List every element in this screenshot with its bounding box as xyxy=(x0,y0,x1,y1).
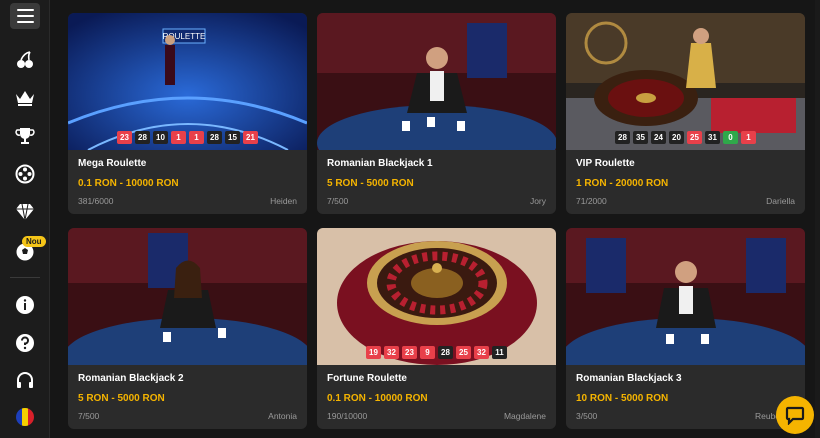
dealer-name: Jory xyxy=(529,196,546,206)
result-number: 35 xyxy=(633,131,648,144)
game-card[interactable]: 28 35 24 20 25 31 0 1 VIP Roulette 1 RON… xyxy=(566,13,805,214)
dealer-name: Heiden xyxy=(270,196,297,206)
recent-results: 23 28 10 1 1 28 15 21 xyxy=(68,131,307,144)
game-thumbnail: 19 32 23 9 28 25 32 11 xyxy=(317,228,556,365)
result-number: 31 xyxy=(705,131,720,144)
menu-icon[interactable] xyxy=(10,3,40,29)
player-count: 71/2000 xyxy=(576,196,607,206)
game-title: Romanian Blackjack 3 xyxy=(576,373,682,384)
dealer-name: Magdalene xyxy=(503,411,546,421)
bet-limits: 0.1 RON - 10000 RON xyxy=(327,393,428,404)
game-title: Fortune Roulette xyxy=(327,373,407,384)
info-icon[interactable] xyxy=(13,293,37,317)
trophy-icon[interactable] xyxy=(13,124,37,148)
game-card[interactable]: ROULETTE 23 28 10 1 1 28 15 21 Mega Roul… xyxy=(68,13,307,214)
game-grid: ROULETTE 23 28 10 1 1 28 15 21 Mega Roul… xyxy=(50,0,820,438)
dealer-name: Antonia xyxy=(268,411,297,421)
film-reel-icon[interactable] xyxy=(13,162,37,186)
game-thumbnail: ROULETTE 23 28 10 1 1 28 15 21 xyxy=(68,13,307,150)
player-count: 190/10000 xyxy=(327,411,368,421)
result-number: 25 xyxy=(687,131,702,144)
result-number: 11 xyxy=(492,346,507,359)
bet-limits: 5 RON - 5000 RON xyxy=(327,178,414,189)
chat-icon xyxy=(785,406,805,425)
result-number: 9 xyxy=(420,346,435,359)
result-number: 23 xyxy=(117,131,132,144)
result-number: 25 xyxy=(456,346,471,359)
game-title: Romanian Blackjack 2 xyxy=(78,373,184,384)
result-number: 28 xyxy=(135,131,150,144)
result-number: 20 xyxy=(669,131,684,144)
result-number: 15 xyxy=(225,131,240,144)
bet-limits: 10 RON - 5000 RON xyxy=(576,393,669,404)
result-number: 32 xyxy=(474,346,489,359)
result-number: 23 xyxy=(402,346,417,359)
result-number: 24 xyxy=(651,131,666,144)
result-number: 28 xyxy=(207,131,222,144)
game-title: Romanian Blackjack 1 xyxy=(327,158,433,169)
player-count: 7/500 xyxy=(327,196,349,206)
new-badge: Nou xyxy=(22,236,46,247)
bet-limits: 0.1 RON - 10000 RON xyxy=(78,178,179,189)
result-number: 28 xyxy=(615,131,630,144)
game-title: Mega Roulette xyxy=(78,158,147,169)
player-count: 7/500 xyxy=(78,411,100,421)
dealer-name: Dariella xyxy=(766,196,795,206)
result-number: 1 xyxy=(189,131,204,144)
scrollbar[interactable] xyxy=(815,0,820,438)
bet-limits: 5 RON - 5000 RON xyxy=(78,393,165,404)
game-thumbnail: 28 35 24 20 25 31 0 1 xyxy=(566,13,805,150)
diamond-icon[interactable] xyxy=(13,200,37,224)
headset-icon[interactable] xyxy=(13,369,37,393)
result-number: 1 xyxy=(741,131,756,144)
result-number: 10 xyxy=(153,131,168,144)
game-card[interactable]: 19 32 23 9 28 25 32 11 Fortune Roulette … xyxy=(317,228,556,429)
game-thumbnail xyxy=(566,228,805,365)
cherries-icon[interactable] xyxy=(13,48,37,72)
help-icon[interactable] xyxy=(13,331,37,355)
game-card[interactable]: Romanian Blackjack 2 5 RON - 5000 RON 7/… xyxy=(68,228,307,429)
result-number: 28 xyxy=(438,346,453,359)
result-number: 19 xyxy=(366,346,381,359)
result-number: 32 xyxy=(384,346,399,359)
recent-results: 19 32 23 9 28 25 32 11 xyxy=(317,346,556,359)
player-count: 381/6000 xyxy=(78,196,114,206)
result-number: 21 xyxy=(243,131,258,144)
game-thumbnail xyxy=(317,13,556,150)
game-card[interactable]: Romanian Blackjack 1 5 RON - 5000 RON 7/… xyxy=(317,13,556,214)
romania-flag-icon[interactable] xyxy=(13,405,37,429)
result-number: 1 xyxy=(171,131,186,144)
result-number: 0 xyxy=(723,131,738,144)
divider xyxy=(10,277,40,278)
game-title: VIP Roulette xyxy=(576,158,635,169)
chat-button[interactable] xyxy=(776,396,814,434)
recent-results: 28 35 24 20 25 31 0 1 xyxy=(566,131,805,144)
game-card[interactable]: Romanian Blackjack 3 10 RON - 5000 RON 3… xyxy=(566,228,805,429)
sidebar: Nou xyxy=(0,0,50,438)
player-count: 3/500 xyxy=(576,411,598,421)
game-thumbnail xyxy=(68,228,307,365)
crown-icon[interactable] xyxy=(13,86,37,110)
bet-limits: 1 RON - 20000 RON xyxy=(576,178,669,189)
